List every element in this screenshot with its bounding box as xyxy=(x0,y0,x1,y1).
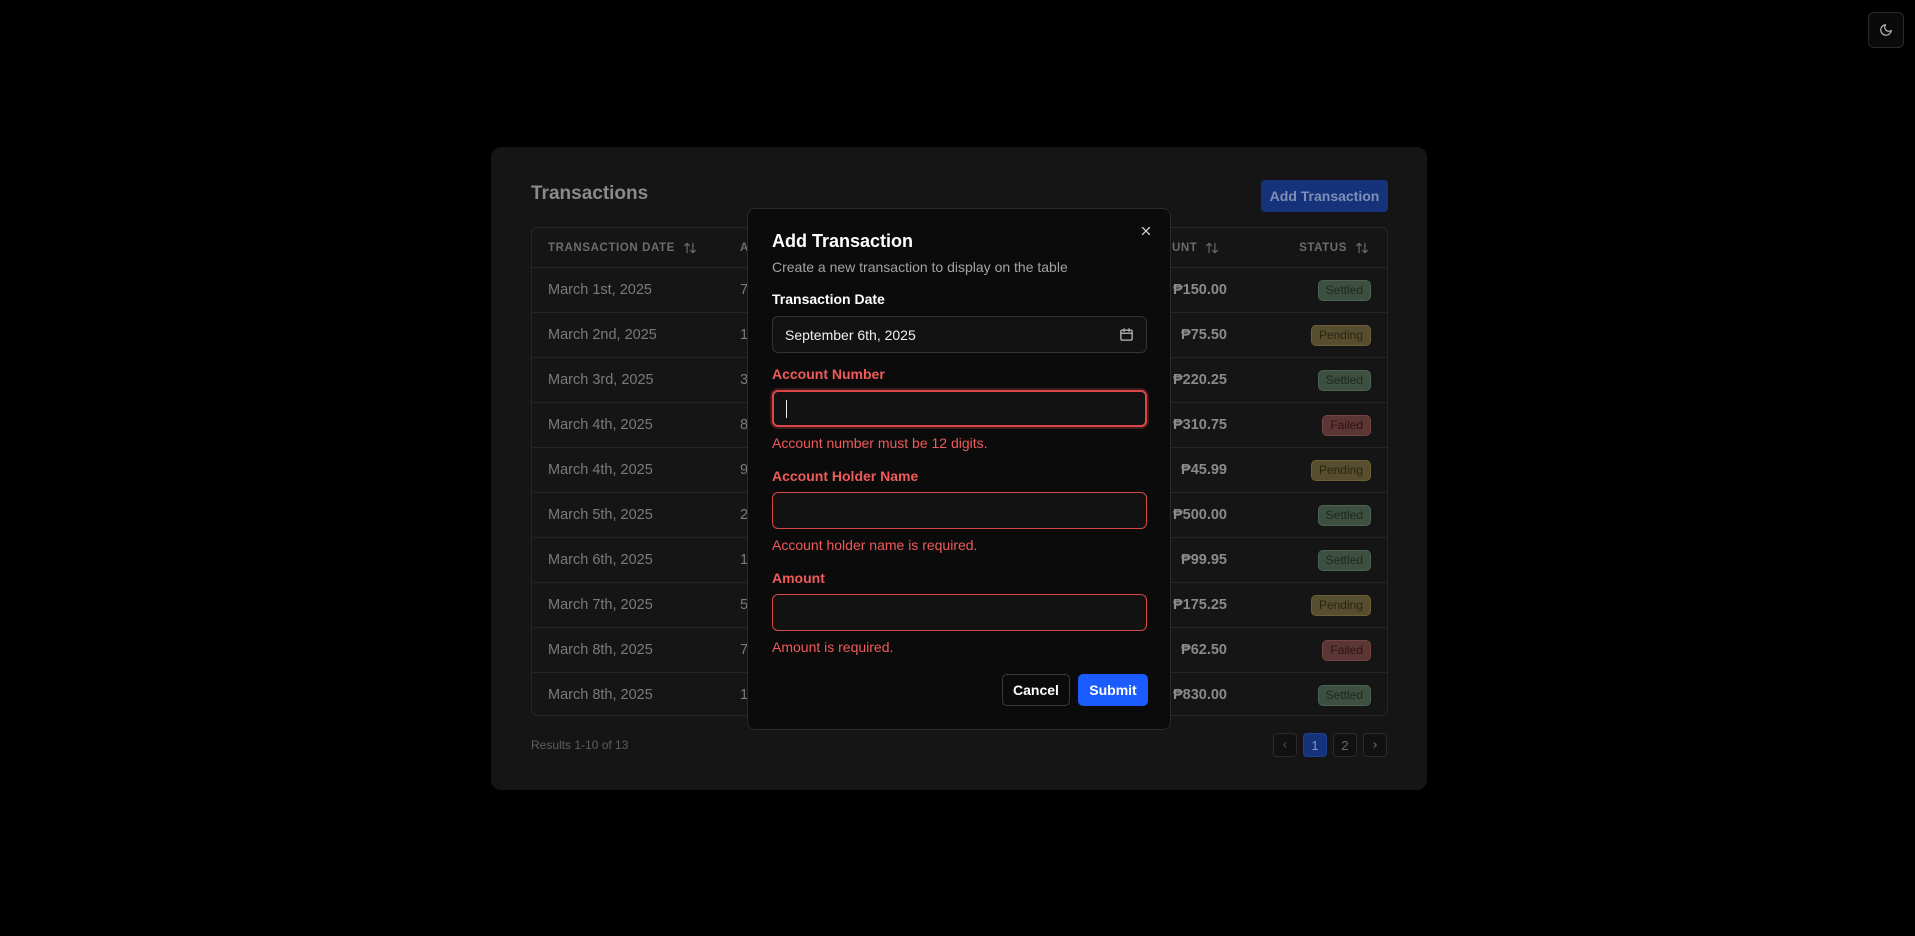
calendar-icon xyxy=(1120,328,1133,341)
account-holder-input[interactable] xyxy=(785,502,1134,519)
dialog-title: Add Transaction xyxy=(772,231,914,251)
column-header-label: STATUS xyxy=(1299,242,1347,254)
cell-amount: ₱220.25 xyxy=(1172,372,1227,388)
transaction-date-value: September 6th, 2025 xyxy=(785,326,916,343)
column-header-date[interactable]: TRANSACTION DATE xyxy=(548,228,697,268)
cell-status: Settled xyxy=(1317,493,1371,537)
status-badge: Settled xyxy=(1317,549,1371,571)
column-header-amount[interactable]: UNT xyxy=(1172,228,1219,268)
cell-date: March 4th, 2025 xyxy=(548,417,653,433)
cell-date: March 8th, 2025 xyxy=(548,687,653,703)
amount-input[interactable] xyxy=(785,604,1134,621)
cancel-button[interactable]: Cancel xyxy=(1002,674,1070,706)
status-badge: Settled xyxy=(1317,279,1371,301)
cell-amount: ₱175.25 xyxy=(1172,597,1227,613)
status-badge: Failed xyxy=(1322,639,1371,661)
status-badge: Failed xyxy=(1322,414,1371,436)
account-holder-error: Account holder name is required. xyxy=(772,537,978,553)
cell-status: Settled xyxy=(1317,268,1371,312)
cell-amount: ₱75.50 xyxy=(1181,327,1227,343)
cell-amount: ₱150.00 xyxy=(1172,282,1227,298)
submit-button[interactable]: Submit xyxy=(1078,674,1148,706)
results-count: Results 1-10 of 13 xyxy=(531,738,629,752)
moon-icon xyxy=(1880,24,1892,36)
account-holder-label: Account Holder Name xyxy=(772,468,919,484)
account-number-error: Account number must be 12 digits. xyxy=(772,435,988,451)
pagination-page-1[interactable]: 1 xyxy=(1303,733,1327,757)
column-header-status[interactable]: STATUS xyxy=(1299,228,1369,268)
cell-date: March 8th, 2025 xyxy=(548,642,653,658)
close-button[interactable] xyxy=(1138,223,1154,239)
cell-date: March 4th, 2025 xyxy=(548,462,653,478)
status-badge: Pending xyxy=(1310,459,1371,481)
cell-date: March 7th, 2025 xyxy=(548,597,653,613)
page-title: Transactions xyxy=(531,183,649,204)
pagination-page-2[interactable]: 2 xyxy=(1333,733,1357,757)
amount-label: Amount xyxy=(772,570,825,586)
transaction-date-label: Transaction Date xyxy=(772,291,885,307)
column-header-label: TRANSACTION DATE xyxy=(548,242,675,254)
pagination-next-button[interactable] xyxy=(1363,733,1387,757)
account-holder-field[interactable] xyxy=(772,492,1147,529)
amount-error: Amount is required. xyxy=(772,639,894,655)
sort-icon xyxy=(684,242,696,254)
cell-status: Settled xyxy=(1317,673,1371,715)
account-number-label: Account Number xyxy=(772,366,885,382)
status-badge: Settled xyxy=(1317,684,1371,706)
cell-amount: ₱500.00 xyxy=(1172,507,1227,523)
sort-icon xyxy=(1356,242,1368,254)
status-badge: Pending xyxy=(1310,324,1371,346)
cell-status: Pending xyxy=(1310,313,1371,357)
cell-status: Pending xyxy=(1310,583,1371,627)
cell-date: March 5th, 2025 xyxy=(548,507,653,523)
cell-date: March 1st, 2025 xyxy=(548,282,652,298)
cell-amount: ₱830.00 xyxy=(1172,687,1227,703)
add-transaction-button[interactable]: Add Transaction xyxy=(1261,180,1388,212)
cell-date: March 3rd, 2025 xyxy=(548,372,654,388)
column-header-label: UNT xyxy=(1172,242,1198,254)
close-icon xyxy=(1141,226,1151,236)
theme-toggle-button[interactable] xyxy=(1868,12,1904,48)
transaction-date-picker[interactable]: September 6th, 2025 xyxy=(772,316,1147,353)
amount-field[interactable] xyxy=(772,594,1147,631)
sort-icon xyxy=(1206,242,1219,254)
cell-amount: ₱45.99 xyxy=(1181,462,1227,478)
chevron-left-icon xyxy=(1283,742,1287,748)
cell-status: Failed xyxy=(1322,403,1371,447)
add-transaction-dialog: Add Transaction Create a new transaction… xyxy=(747,208,1171,730)
cell-status: Pending xyxy=(1310,448,1371,492)
cell-status: Failed xyxy=(1322,628,1371,672)
status-badge: Settled xyxy=(1317,504,1371,526)
cell-date: March 6th, 2025 xyxy=(548,552,653,568)
status-badge: Pending xyxy=(1310,594,1371,616)
account-number-field[interactable] xyxy=(772,390,1147,427)
cell-status: Settled xyxy=(1317,358,1371,402)
cell-date: March 2nd, 2025 xyxy=(548,327,657,343)
cell-amount: ₱310.75 xyxy=(1172,417,1227,433)
cell-amount: ₱99.95 xyxy=(1181,552,1227,568)
chevron-right-icon xyxy=(1373,742,1377,748)
dialog-description: Create a new transaction to display on t… xyxy=(772,259,1068,275)
cell-status: Settled xyxy=(1317,538,1371,582)
pagination-prev-button[interactable] xyxy=(1273,733,1297,757)
cell-amount: ₱62.50 xyxy=(1181,642,1227,658)
pagination: 1 2 xyxy=(1273,733,1387,757)
status-badge: Settled xyxy=(1317,369,1371,391)
